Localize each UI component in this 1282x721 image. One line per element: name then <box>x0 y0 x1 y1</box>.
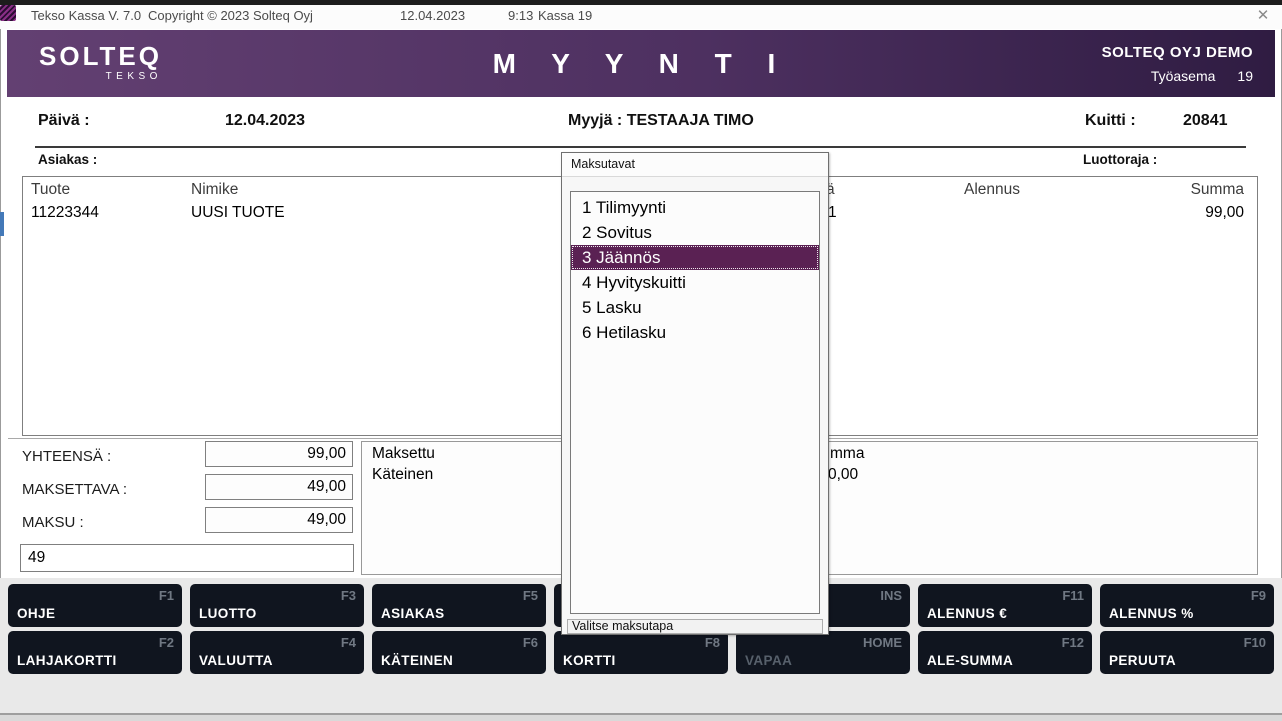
fkey-name: ALENNUS % <box>1109 606 1194 621</box>
seller-line: Myyjä : TESTAAJA TIMO <box>568 112 754 130</box>
payable-value-box: 49,00 <box>205 474 353 500</box>
fkey-kateinen-button[interactable]: F6 KÄTEINEN <box>372 631 546 674</box>
titlebar-app-name: Tekso Kassa V. 7.0 <box>31 8 141 23</box>
fkey-luotto-button[interactable]: F3 LUOTTO <box>190 584 364 627</box>
fkey-lahjakortti-button[interactable]: F2 LAHJAKORTTI <box>8 631 182 674</box>
fkey-ohje-button[interactable]: F1 OHJE <box>8 584 182 627</box>
fkey-name: VALUUTTA <box>199 653 273 668</box>
footer-light-strip <box>0 715 1282 721</box>
fkey-label: F5 <box>523 588 538 603</box>
fkey-asiakas-button[interactable]: F5 ASIAKAS <box>372 584 546 627</box>
fkey-name: KORTTI <box>563 653 616 668</box>
titlebar: Tekso Kassa V. 7.0 Copyright © 2023 Solt… <box>0 5 1282 29</box>
separator-line <box>35 146 1246 148</box>
payments-sum-value-fragment: 0,00 <box>828 466 858 484</box>
customer-label: Asiakas : <box>38 152 97 167</box>
payment-amount-input[interactable] <box>20 544 354 572</box>
total-value-box: 99,00 <box>205 441 353 467</box>
fkey-label: F3 <box>341 588 356 603</box>
list-item-lasku[interactable]: 5 Lasku <box>571 295 819 320</box>
fkey-alennus-pct-button[interactable]: F9 ALENNUS % <box>1100 584 1274 627</box>
workstation-value: 19 <box>1237 68 1253 84</box>
row-tuote: 11223344 <box>31 204 99 222</box>
date-value: 12.04.2023 <box>225 112 305 130</box>
dialog-title: Maksutavat <box>571 157 635 171</box>
list-item-hetilasku[interactable]: 6 Hetilasku <box>571 320 819 345</box>
company-name: SOLTEQ OYJ DEMO <box>1102 44 1253 61</box>
fkey-label: F8 <box>705 635 720 650</box>
col-header-tuote: Tuote <box>31 181 70 199</box>
date-label: Päivä : <box>38 112 90 130</box>
payment-value-box: 49,00 <box>205 507 353 533</box>
payments-header: Maksettu <box>372 445 435 463</box>
row-summa: 99,00 <box>1205 204 1244 222</box>
fkey-label: F10 <box>1244 635 1266 650</box>
col-header-summa: Summa <box>1191 181 1244 199</box>
payable-label: MAKSETTAVA : <box>22 481 127 498</box>
fkey-name: VAPAA <box>745 653 792 668</box>
fkey-name: LAHJAKORTTI <box>17 653 117 668</box>
app-icon <box>0 5 16 21</box>
close-icon[interactable]: ✕ <box>1252 6 1274 26</box>
fkey-name: ALENNUS € <box>927 606 1007 621</box>
list-item-sovitus[interactable]: 2 Sovitus <box>571 220 819 245</box>
fkey-name: LUOTTO <box>199 606 257 621</box>
payment-label: MAKSU : <box>22 514 84 531</box>
fkey-alennus-euro-button[interactable]: F11 ALENNUS € <box>918 584 1092 627</box>
fkey-name: OHJE <box>17 606 55 621</box>
fkey-label: F12 <box>1062 635 1084 650</box>
list-item-tilimyynti[interactable]: 1 Tilimyynti <box>571 195 819 220</box>
fkey-kortti-button[interactable]: F8 KORTTI <box>554 631 728 674</box>
total-label: YHTEENSÄ : <box>22 448 111 465</box>
app-window: Tekso Kassa V. 7.0 Copyright © 2023 Solt… <box>0 0 1282 721</box>
titlebar-register: Kassa 19 <box>538 8 592 23</box>
dialog-status-bar: Valitse maksutapa <box>567 619 823 634</box>
fkey-label: F11 <box>1062 588 1084 603</box>
fkey-peruuta-button[interactable]: F10 PERUUTA <box>1100 631 1274 674</box>
payments-sum-header-fragment: mma <box>830 445 864 463</box>
fkey-label: F6 <box>523 635 538 650</box>
row-nimike: UUSI TUOTE <box>191 204 285 222</box>
app-header: SOLTEQ TEKSO M Y Y N T I SOLTEQ OYJ DEMO… <box>7 30 1275 97</box>
workstation: Työasema 19 <box>1102 68 1253 84</box>
credit-limit-label: Luottoraja : <box>1083 152 1157 167</box>
col-header-nimike: Nimike <box>191 181 238 199</box>
fkey-label: INS <box>880 588 902 603</box>
payment-method-row: Käteinen <box>372 466 433 484</box>
payment-methods-dialog: Maksutavat 1 Tilimyynti 2 Sovitus 3 Jään… <box>561 152 829 635</box>
fkey-name: ALE-SUMMA <box>927 653 1013 668</box>
col-header-alennus: Alennus <box>964 181 1020 199</box>
list-item-jaannos-selected[interactable]: 3 Jäännös <box>571 245 819 270</box>
fkey-vapaa-button[interactable]: HOME VAPAA <box>736 631 910 674</box>
fkey-label: F2 <box>159 635 174 650</box>
titlebar-time: 9:13 <box>508 8 533 23</box>
row-maara: 1 <box>828 204 837 222</box>
fkey-name: ASIAKAS <box>381 606 445 621</box>
receipt-value: 20841 <box>1183 112 1228 130</box>
fkey-label: F9 <box>1251 588 1266 603</box>
payment-method-listbox[interactable]: 1 Tilimyynti 2 Sovitus 3 Jäännös 4 Hyvit… <box>570 191 820 614</box>
fkey-label: F4 <box>341 635 356 650</box>
titlebar-copyright: Copyright © 2023 Solteq Oyj <box>148 8 313 23</box>
fkey-label: F1 <box>159 588 174 603</box>
list-item-hyvityskuitti[interactable]: 4 Hyvityskuitti <box>571 270 819 295</box>
receipt-label: Kuitti : <box>1085 112 1136 130</box>
header-right: SOLTEQ OYJ DEMO Työasema 19 <box>1102 44 1253 84</box>
fkey-label: HOME <box>863 635 902 650</box>
workstation-label: Työasema <box>1151 68 1216 84</box>
fkey-ale-summa-button[interactable]: F12 ALE-SUMMA <box>918 631 1092 674</box>
fkey-name: PERUUTA <box>1109 653 1176 668</box>
page-title: M Y Y N T I <box>7 48 1275 80</box>
fkey-valuutta-button[interactable]: F4 VALUUTTA <box>190 631 364 674</box>
dialog-titlebar[interactable]: Maksutavat <box>562 153 828 177</box>
fkey-name: KÄTEINEN <box>381 653 453 668</box>
titlebar-date: 12.04.2023 <box>400 8 465 23</box>
window-edge-accent <box>0 212 4 236</box>
